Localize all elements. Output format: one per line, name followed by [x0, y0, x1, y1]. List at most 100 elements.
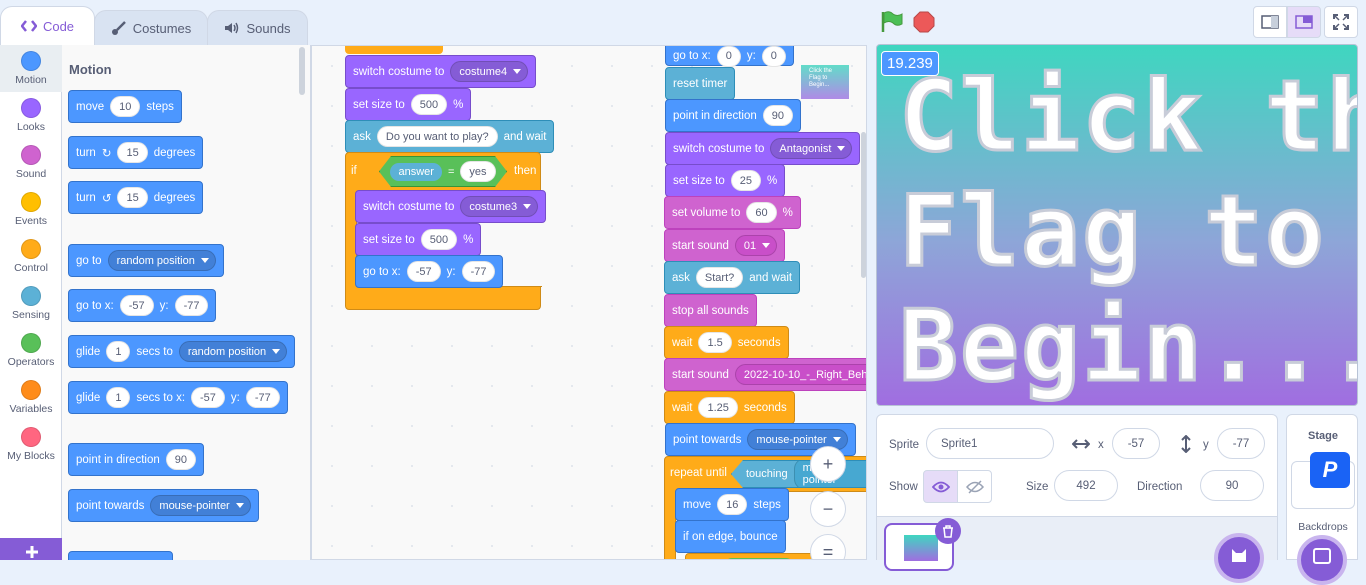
- direction-input[interactable]: 90: [1200, 470, 1264, 501]
- switch-costume-block[interactable]: switch costume to Antagonist: [665, 132, 861, 165]
- palette-move-block[interactable]: move 10 steps: [68, 90, 182, 123]
- zoom-in-button[interactable]: +: [810, 446, 846, 482]
- sound-menu[interactable]: 01: [734, 235, 778, 256]
- y-input[interactable]: -77: [174, 295, 209, 316]
- costume-menu[interactable]: costume3: [460, 196, 539, 217]
- palette-turn-left-block[interactable]: turn ↺ 15 degrees: [68, 181, 204, 214]
- set-size-block[interactable]: set size to 25%: [665, 164, 786, 197]
- wait-block[interactable]: wait 1.25 seconds: [664, 391, 795, 424]
- steps-input[interactable]: 16: [717, 494, 748, 515]
- degrees-input[interactable]: 15: [117, 187, 148, 208]
- choose-sprite-button[interactable]: [1214, 533, 1264, 583]
- steps-input[interactable]: 10: [110, 96, 141, 117]
- size-input[interactable]: 492: [1054, 470, 1118, 501]
- tab-code[interactable]: Code: [0, 6, 95, 45]
- y-input[interactable]: -77: [1217, 428, 1265, 459]
- sound-menu[interactable]: 2022-10-10_-_Right_Behind: [734, 364, 866, 385]
- palette-goto-block[interactable]: go to random position: [68, 244, 224, 277]
- equals-block[interactable]: answer = yes: [379, 156, 507, 187]
- x-input[interactable]: -57: [1112, 428, 1160, 459]
- question-input[interactable]: Start?: [695, 267, 744, 288]
- category-sensing[interactable]: Sensing: [0, 280, 62, 327]
- nested-control-block[interactable]: [685, 553, 825, 559]
- switch-costume-block[interactable]: switch costume to costume4: [345, 55, 537, 88]
- gotoxy-block[interactable]: go to x: -57 y: -77: [355, 255, 504, 288]
- touching-block[interactable]: touching mouse-pointer: [731, 460, 866, 488]
- y-input[interactable]: -77: [245, 387, 280, 408]
- hide-sprite-button[interactable]: [957, 470, 992, 503]
- x-input[interactable]: 0: [716, 46, 741, 67]
- y-input[interactable]: -77: [461, 261, 496, 282]
- set-size-block[interactable]: set size to 500%: [355, 223, 482, 256]
- green-flag-icon[interactable]: [880, 11, 904, 33]
- category-sound[interactable]: Sound: [0, 139, 62, 186]
- category-my-blocks[interactable]: My Blocks: [0, 421, 62, 468]
- gotoxy-block[interactable]: go to x: 0 y: 0: [665, 46, 794, 67]
- category-motion[interactable]: Motion: [0, 45, 62, 92]
- addon-badge-icon[interactable]: P: [1310, 452, 1350, 488]
- degrees-input[interactable]: 15: [117, 142, 148, 163]
- category-events[interactable]: Events: [0, 186, 62, 233]
- palette-glidexy-block[interactable]: glide 1 secs to x: -57 y: -77: [68, 381, 288, 414]
- palette-point-towards-block[interactable]: point towards mouse-pointer: [68, 489, 259, 522]
- control-block-top[interactable]: [345, 46, 443, 54]
- wait-block[interactable]: wait 1.5 seconds: [664, 326, 789, 359]
- glide-menu[interactable]: random position: [178, 341, 288, 362]
- set-size-block[interactable]: set size to 500%: [345, 88, 472, 121]
- fullscreen-button[interactable]: [1324, 6, 1358, 38]
- stage-canvas[interactable]: Click the Flag to Begin... 19.239: [876, 44, 1358, 406]
- palette-glide-block[interactable]: glide 1 secs to random position: [68, 335, 296, 368]
- direction-input[interactable]: 90: [762, 105, 793, 126]
- volume-input[interactable]: 60: [746, 202, 777, 223]
- stop-all-sounds-block[interactable]: stop all sounds: [664, 294, 757, 327]
- bounce-block[interactable]: if on edge, bounce: [675, 520, 786, 553]
- palette-gotoxy-block[interactable]: go to x: -57 y: -77: [68, 289, 217, 322]
- zoom-out-button[interactable]: −: [810, 491, 846, 527]
- question-input[interactable]: Do you want to play?: [376, 126, 498, 147]
- sprite-name-input[interactable]: Sprite1: [926, 428, 1054, 459]
- palette-turn-right-block[interactable]: turn ↻ 15 degrees: [68, 136, 204, 169]
- choose-backdrop-button[interactable]: [1297, 535, 1347, 585]
- y-input[interactable]: 0: [761, 46, 786, 67]
- tab-sounds[interactable]: Sounds: [207, 10, 308, 45]
- towards-menu[interactable]: mouse-pointer: [150, 495, 251, 516]
- start-sound-block[interactable]: start sound 2022-10-10_-_Right_Behind: [664, 358, 866, 391]
- secs-input[interactable]: 1: [106, 387, 131, 408]
- costume-menu[interactable]: costume4: [450, 61, 529, 82]
- category-variables[interactable]: Variables: [0, 374, 62, 421]
- extensions-button[interactable]: [0, 538, 62, 560]
- size-input[interactable]: 25: [730, 170, 762, 191]
- category-control[interactable]: Control: [0, 233, 62, 280]
- show-sprite-button[interactable]: [923, 470, 958, 503]
- normal-stage-button[interactable]: [1287, 6, 1321, 38]
- set-volume-block[interactable]: set volume to 60%: [664, 196, 801, 229]
- direction-input[interactable]: 90: [165, 449, 196, 470]
- x-input[interactable]: -57: [119, 295, 154, 316]
- switch-costume-block[interactable]: switch costume to costume3: [355, 190, 547, 223]
- x-input[interactable]: -57: [191, 387, 225, 408]
- ask-block[interactable]: ask Start? and wait: [664, 261, 801, 294]
- answer-reporter[interactable]: answer: [390, 163, 441, 181]
- category-looks[interactable]: Looks: [0, 92, 62, 139]
- script-workspace[interactable]: switch costume to costume4 set size to 500…: [311, 45, 867, 560]
- compare-input[interactable]: yes: [460, 161, 495, 182]
- costume-menu[interactable]: Antagonist: [770, 138, 853, 159]
- palette-partial-block[interactable]: [68, 551, 173, 560]
- category-operators[interactable]: Operators: [0, 327, 62, 374]
- workspace-scrollbar[interactable]: [861, 132, 866, 278]
- secs-input[interactable]: 1: [106, 341, 131, 362]
- tab-costumes[interactable]: Costumes: [94, 10, 208, 45]
- timer-monitor[interactable]: 19.239: [881, 51, 939, 76]
- seconds-input[interactable]: 1.5: [698, 332, 732, 353]
- small-stage-button[interactable]: [1253, 6, 1287, 38]
- palette-scrollbar[interactable]: [299, 47, 305, 95]
- point-direction-block[interactable]: point in direction 90: [665, 99, 801, 132]
- move-block[interactable]: move 16 steps: [675, 488, 789, 521]
- size-input[interactable]: 500: [410, 94, 448, 115]
- x-input[interactable]: -57: [406, 261, 441, 282]
- goto-menu[interactable]: random position: [107, 250, 216, 271]
- stop-icon[interactable]: [913, 11, 935, 33]
- palette-point-direction-block[interactable]: point in direction 90: [68, 443, 204, 476]
- ask-block[interactable]: ask Do you want to play? and wait: [345, 120, 555, 153]
- start-sound-block[interactable]: start sound 01: [664, 229, 786, 262]
